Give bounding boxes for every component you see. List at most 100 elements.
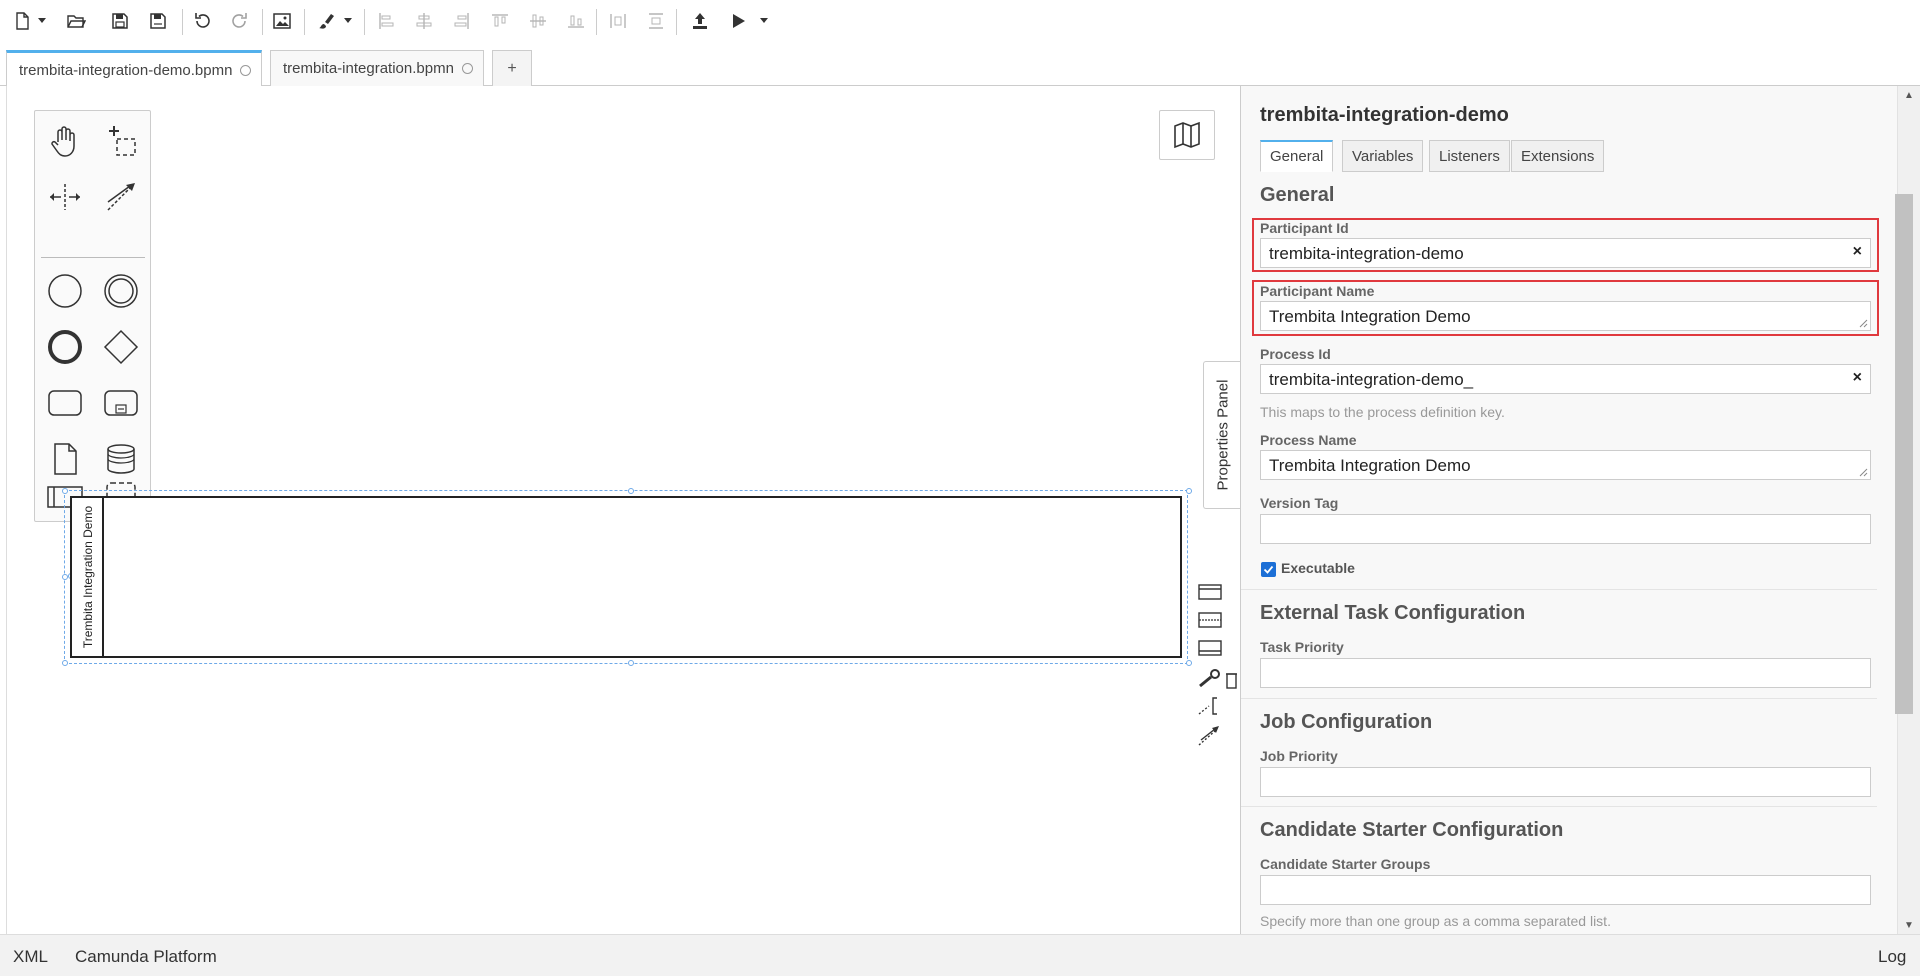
space-tool-icon[interactable] [43,175,87,219]
task-priority-field[interactable] [1260,658,1871,688]
new-file-icon[interactable] [8,8,36,34]
end-event-icon[interactable] [43,325,87,369]
text-annotation-icon[interactable] [1196,694,1224,718]
xml-button[interactable]: XML [13,947,48,967]
subprocess-icon[interactable] [99,381,143,425]
task-icon[interactable] [43,381,87,425]
task-priority-label: Task Priority [1260,639,1344,655]
clear-icon[interactable]: × [1853,369,1862,387]
color-dropdown-icon[interactable] [342,8,354,34]
toolbar-separator [182,9,183,35]
tab-extensions[interactable]: Extensions [1511,140,1605,172]
tab-listeners[interactable]: Listeners [1429,140,1510,172]
distribute-horizontal-icon[interactable] [604,8,632,34]
align-left-icon[interactable] [372,8,400,34]
align-top-icon[interactable] [486,8,514,34]
lane-add-above-icon[interactable] [1196,580,1224,604]
toolbar-separator [596,9,597,35]
job-priority-label: Job Priority [1260,748,1338,764]
tab-trembita-integration[interactable]: trembita-integration.bpmn [270,50,484,86]
lasso-tool-icon[interactable] [99,119,143,163]
job-group-title[interactable]: Job Configuration [1260,711,1432,734]
run-dropdown-icon[interactable] [758,8,770,34]
candidate-starter-groups-field[interactable] [1260,875,1871,905]
unsaved-indicator-icon[interactable] [240,64,252,76]
candidate-starter-group-title[interactable]: Candidate Starter Configuration [1260,819,1563,842]
deploy-icon[interactable] [686,8,714,34]
properties-panel: trembita-integration-demo General Variab… [1240,86,1920,934]
new-file-dropdown-icon[interactable] [36,8,48,34]
job-priority-field[interactable] [1260,767,1871,797]
resize-handle[interactable] [628,488,634,494]
process-id-value: trembita-integration-demo_ [1269,370,1474,389]
process-id-description: This maps to the process definition key. [1260,404,1505,420]
unsaved-indicator-icon[interactable] [461,63,473,74]
toolbar-separator [364,9,365,35]
toolbar-separator [304,9,305,35]
process-id-label: Process Id [1260,346,1331,362]
tab-trembita-integration-demo[interactable]: trembita-integration-demo.bpmn [6,50,263,87]
redo-icon[interactable] [226,8,254,34]
add-tab-button[interactable]: + [492,50,532,86]
candidate-starter-groups-description: Specify more than one group as a comma s… [1260,913,1611,929]
scrollbar-thumb[interactable] [1895,194,1913,714]
distribute-vertical-icon[interactable] [642,8,670,34]
run-icon[interactable] [724,8,752,34]
global-connect-tool-icon[interactable] [99,175,143,219]
lane-divide-two-icon[interactable] [1196,608,1224,632]
log-button[interactable]: Log [1878,947,1906,967]
resize-handle[interactable] [628,660,634,666]
start-event-icon[interactable] [43,269,87,313]
group-separator [1241,589,1877,590]
align-middle-icon[interactable] [524,8,552,34]
wrench-icon[interactable] [1196,666,1224,690]
save-icon[interactable] [106,8,134,34]
tab-general[interactable]: General [1260,140,1334,172]
scroll-down-icon[interactable]: ▼ [1897,916,1920,934]
intermediate-event-icon[interactable] [99,269,143,313]
platform-button[interactable]: Camunda Platform [75,947,217,967]
general-group-title[interactable]: General [1260,184,1334,207]
process-name-field[interactable]: Trembita Integration Demo [1260,450,1871,480]
resize-handle[interactable] [62,574,68,580]
pool-label[interactable]: Trembita Integration Demo [81,506,95,648]
minimap-toggle-button[interactable] [1159,110,1215,160]
group-separator [1241,806,1877,807]
executable-label[interactable]: Executable [1281,560,1355,576]
delete-icon[interactable] [1224,668,1238,692]
save-as-icon[interactable] [144,8,172,34]
properties-title: trembita-integration-demo [1260,104,1509,126]
external-task-group-title[interactable]: External Task Configuration [1260,602,1525,625]
tab-label: trembita-integration.bpmn [283,60,454,77]
lane-add-below-icon[interactable] [1196,636,1224,660]
resize-handle[interactable] [62,660,68,666]
connect-icon[interactable] [1196,724,1224,748]
resize-handle[interactable] [1186,660,1192,666]
process-id-field[interactable]: trembita-integration-demo_ × [1260,364,1871,394]
resize-handle[interactable] [1186,488,1192,494]
version-tag-field[interactable] [1260,514,1871,544]
resize-handle[interactable] [62,488,68,494]
scroll-up-icon[interactable]: ▲ [1897,86,1920,104]
open-file-icon[interactable] [62,8,90,34]
version-tag-label: Version Tag [1260,495,1339,511]
properties-panel-toggle-label: Properties Panel [1214,379,1231,491]
align-center-icon[interactable] [410,8,438,34]
resize-grip-icon[interactable] [1859,319,1868,328]
executable-checkbox[interactable] [1261,562,1276,577]
file-tabs: trembita-integration-demo.bpmn trembita-… [0,44,1920,87]
clear-icon[interactable]: × [1853,243,1862,261]
participant-id-field[interactable]: trembita-integration-demo × [1260,238,1871,268]
color-brush-icon[interactable] [312,8,340,34]
resize-grip-icon[interactable] [1859,468,1868,477]
participant-name-field[interactable]: Trembita Integration Demo [1260,301,1871,331]
participant-pool[interactable]: Trembita Integration Demo [70,496,1182,658]
align-bottom-icon[interactable] [562,8,590,34]
undo-icon[interactable] [188,8,216,34]
gateway-icon[interactable] [99,325,143,369]
align-right-icon[interactable] [448,8,476,34]
properties-panel-toggle[interactable]: Properties Panel [1203,361,1241,509]
tab-variables[interactable]: Variables [1342,140,1424,172]
hand-tool-icon[interactable] [43,119,87,163]
export-image-icon[interactable] [268,8,296,34]
